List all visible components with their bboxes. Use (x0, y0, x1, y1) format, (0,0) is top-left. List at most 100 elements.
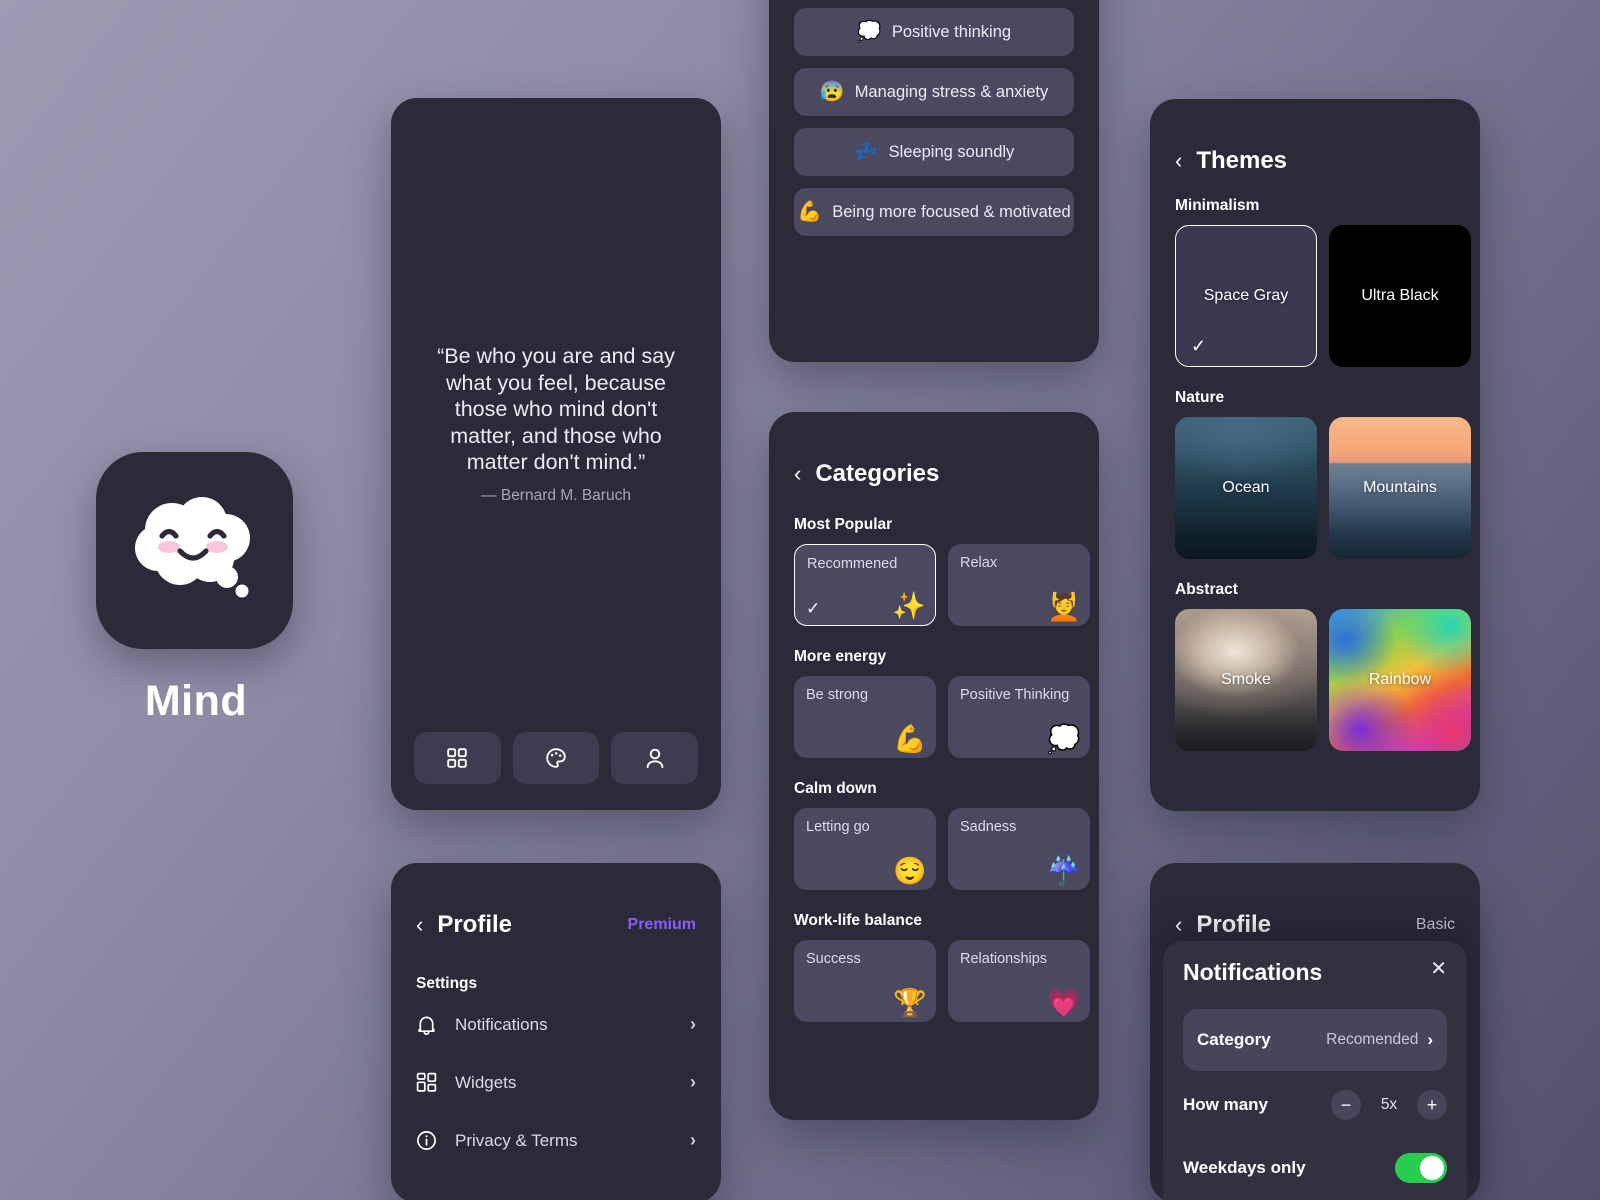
plan-badge-premium[interactable]: Premium (628, 916, 696, 934)
theme-tile-label: Ocean (1222, 479, 1270, 496)
relieved-face-icon: 😌 (893, 856, 927, 886)
theme-tile-mountains[interactable]: Mountains (1329, 417, 1471, 559)
theme-tile-label: Rainbow (1368, 671, 1432, 688)
trophy-icon: 🏆 (893, 988, 927, 1018)
category-tile-sadness[interactable]: Sadness ☔ (948, 808, 1090, 890)
grid-icon (446, 747, 468, 769)
theme-row-nature[interactable]: Ocean Mountains (1150, 417, 1480, 559)
sparkles-icon: ✨ (892, 591, 926, 621)
setting-row-privacy-terms[interactable]: Privacy & Terms › (391, 1114, 721, 1167)
nav-button-themes[interactable] (512, 732, 600, 784)
theme-tile-ocean[interactable]: Ocean (1175, 417, 1317, 559)
setting-label: Widgets (455, 1072, 517, 1092)
setting-row-notifications[interactable]: Notifications › (391, 998, 721, 1051)
widgets-icon (416, 1072, 437, 1093)
person-icon (644, 747, 666, 770)
profile-header: ‹ Profile Basic (1150, 863, 1480, 939)
chevron-left-icon[interactable]: ‹ (416, 914, 423, 936)
theme-tile-ultra-black[interactable]: Ultra Black (1329, 225, 1471, 367)
category-tile-positive-thinking[interactable]: Positive Thinking 💭 (948, 676, 1090, 758)
notification-weekdays-row: Weekdays only (1163, 1139, 1467, 1197)
topic-label: Positive thinking (891, 22, 1012, 41)
nav-button-profile[interactable] (611, 732, 699, 784)
categories-scroll[interactable]: Most Popular Recommened ✨ ✓ Relax 💆 More… (769, 488, 1099, 1022)
cloud-smiley-icon[interactable] (96, 452, 293, 649)
notification-category-row[interactable]: Category Recomended › (1183, 1009, 1447, 1071)
category-tile-label: Sadness (960, 819, 1017, 835)
category-tile-success[interactable]: Success 🏆 (794, 940, 936, 1022)
category-group-title: Most Popular (794, 516, 893, 533)
how-many-label: How many (1183, 1095, 1269, 1114)
topic-pill[interactable]: 😰 Managing stress & anxiety (794, 68, 1074, 116)
check-icon: ✓ (1191, 336, 1207, 356)
category-tile-label: Success (806, 951, 861, 967)
category-tile-recommened[interactable]: Recommened ✨ ✓ (794, 544, 936, 626)
plan-badge-basic[interactable]: Basic (1416, 916, 1455, 934)
chevron-left-icon[interactable]: ‹ (794, 463, 801, 485)
themes-header: ‹ Themes (1150, 99, 1480, 175)
profile-header: ‹ Profile Premium (391, 863, 721, 939)
theme-tile-space-gray[interactable]: Space Gray ✓ (1175, 225, 1317, 367)
notifications-sheet: Notifications ✕ Category Recomended › Ho… (1163, 941, 1467, 1200)
anxious-face-icon: 😰 (819, 81, 845, 103)
category-tile-be-strong[interactable]: Be strong 💪 (794, 676, 936, 758)
close-icon[interactable]: ✕ (1430, 959, 1447, 979)
page-title: Profile (1196, 911, 1272, 938)
chevron-right-icon: › (690, 1130, 696, 1150)
theme-tile-rainbow[interactable]: Rainbow (1329, 609, 1471, 751)
thought-balloon-icon: 💭 (856, 21, 882, 43)
minus-icon[interactable]: − (1331, 1090, 1361, 1120)
notification-how-many-row: How many − 5x + (1163, 1076, 1467, 1134)
topic-pill[interactable]: 💤 Sleeping soundly (794, 128, 1074, 176)
category-tile-relax[interactable]: Relax 💆 (948, 544, 1090, 626)
nav-button-categories[interactable] (414, 732, 501, 784)
chevron-right-icon: › (1427, 1030, 1433, 1049)
chevron-left-icon[interactable]: ‹ (1175, 914, 1182, 936)
topic-pill[interactable]: 💭 Positive thinking (794, 8, 1074, 56)
category-tile-label: Relax (960, 555, 998, 571)
theme-row-minimalism[interactable]: Space Gray ✓ Ultra Black (1150, 225, 1480, 367)
zzz-icon: 💤 (853, 141, 879, 163)
weekdays-only-label: Weekdays only (1183, 1158, 1306, 1177)
theme-row-abstract[interactable]: Smoke Rainbow (1150, 609, 1480, 751)
how-many-value: 5x (1380, 1096, 1398, 1113)
plus-icon[interactable]: + (1417, 1090, 1447, 1120)
category-tile-letting-go[interactable]: Letting go 😌 (794, 808, 936, 890)
category-value: Recomended (1326, 1031, 1419, 1048)
setting-label: Notifications (455, 1014, 548, 1034)
category-tile-label: Recommened (807, 556, 898, 572)
thought-balloon-icon: 💭 (1047, 724, 1081, 754)
theme-tile-label: Space Gray (1203, 287, 1289, 304)
page-title: Categories (815, 460, 940, 487)
chevron-right-icon: › (690, 1014, 696, 1034)
topics-card: 💭 Positive thinking 😰 Managing stress & … (769, 0, 1099, 362)
chevron-left-icon[interactable]: ‹ (1175, 150, 1182, 172)
quote-bottom-nav (414, 732, 699, 784)
categories-header: ‹ Categories (769, 412, 1099, 488)
sheet-title: Notifications (1183, 959, 1323, 985)
category-tile-relationships[interactable]: Relationships 💗 (948, 940, 1090, 1022)
profile-card: ‹ Profile Premium Settings Notifications… (391, 863, 721, 1200)
themes-card: ‹ Themes Minimalism Space Gray ✓ Ultra B… (1150, 99, 1480, 811)
category-tile-label: Positive Thinking (960, 687, 1070, 703)
category-tile-label: Letting go (806, 819, 870, 835)
app-icon-block[interactable]: Mind (96, 452, 296, 726)
category-row: Recommened ✨ ✓ Relax 💆 (769, 544, 1099, 626)
toggle-knob (1420, 1156, 1444, 1180)
category-tile-label: Be strong (806, 687, 869, 703)
category-group-title: More energy (794, 648, 887, 665)
setting-row-widgets[interactable]: Widgets › (391, 1056, 721, 1109)
topic-pill[interactable]: 💪 Being more focused & motivated (794, 188, 1074, 236)
theme-group-title: Abstract (1175, 581, 1238, 598)
category-row: Success 🏆 Relationships 💗 (769, 940, 1099, 1022)
theme-tile-label: Mountains (1363, 479, 1437, 496)
theme-tile-label: Ultra Black (1361, 287, 1439, 304)
umbrella-rain-icon: ☔ (1047, 856, 1081, 886)
theme-tile-label: Smoke (1221, 671, 1271, 688)
bell-icon (416, 1014, 437, 1036)
topic-label: Managing stress & anxiety (854, 82, 1049, 101)
check-icon: ✓ (806, 599, 821, 618)
weekdays-only-toggle[interactable] (1395, 1153, 1447, 1183)
theme-tile-smoke[interactable]: Smoke (1175, 609, 1317, 751)
info-icon (416, 1130, 437, 1151)
